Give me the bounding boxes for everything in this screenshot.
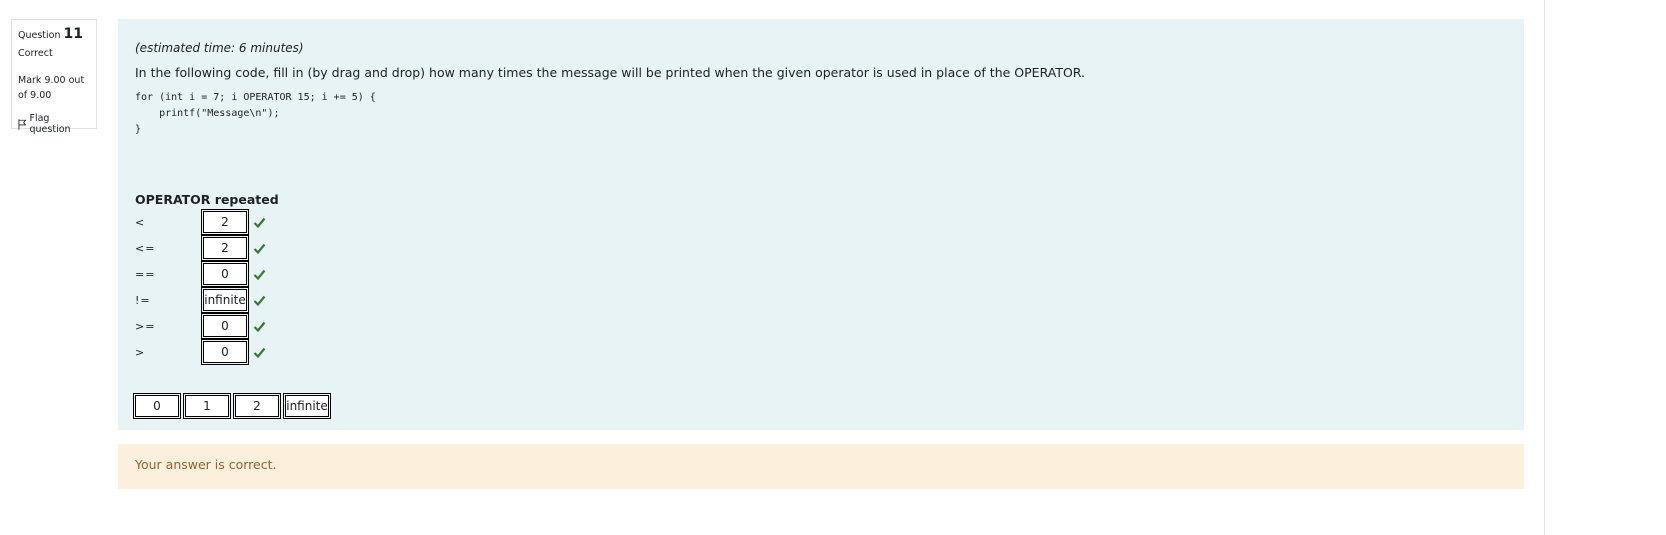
drop-zone[interactable]: 2 [201, 235, 249, 261]
question-formulation: (estimated time: 6 minutes) In the follo… [118, 19, 1524, 430]
drop-zone[interactable]: 0 [201, 261, 249, 287]
question-grade: Mark 9.00 out of 9.00 [18, 75, 85, 101]
feedback-text: Your answer is correct. [135, 457, 277, 472]
operator-label: == [135, 267, 156, 281]
check-icon [253, 217, 266, 228]
flag-icon [18, 118, 27, 130]
flag-question-link[interactable]: Flag question [18, 113, 90, 135]
check-icon [253, 321, 266, 332]
drop-zone[interactable]: 2 [201, 209, 249, 235]
question-number-value: 11 [63, 26, 84, 42]
operator-label: <= [135, 241, 156, 255]
drag-choice[interactable]: 0 [133, 393, 181, 419]
table-row: == 0 [135, 261, 1507, 287]
right-divider [1544, 0, 1545, 535]
operator-label: > [135, 345, 146, 359]
estimated-time: (estimated time: 6 minutes) [135, 41, 304, 55]
table-row: != infinite [135, 287, 1507, 313]
operator-label: >= [135, 319, 156, 333]
table-header: OPERATOR repeated [135, 192, 279, 207]
check-icon [253, 243, 266, 254]
drag-choice[interactable]: infinite [283, 393, 331, 419]
question-info-box: Question 11 Correct Mark 9.00 out of 9.0… [11, 19, 97, 135]
question-number: Question 11 [18, 26, 90, 42]
table-row: <= 2 [135, 235, 1507, 261]
code-block: for (int i = 7; i OPERATOR 15; i += 5) {… [135, 92, 376, 135]
feedback-box: Your answer is correct. [118, 444, 1524, 489]
drop-zone[interactable]: 0 [201, 313, 249, 339]
question-state: Correct [18, 48, 53, 59]
question-text: In the following code, fill in (by drag … [135, 65, 1086, 80]
table-row: < 2 [135, 209, 1507, 235]
operator-label: != [135, 293, 151, 307]
table-row: >= 0 [135, 313, 1507, 339]
drag-choice[interactable]: 2 [233, 393, 281, 419]
check-icon [253, 295, 266, 306]
drag-choices: 0 1 2 infinite [133, 393, 1507, 419]
drag-choice[interactable]: 1 [183, 393, 231, 419]
check-icon [253, 269, 266, 280]
question-word: Question [18, 30, 61, 41]
check-icon [253, 347, 266, 358]
operator-label: < [135, 215, 146, 229]
drop-zone[interactable]: 0 [201, 339, 249, 365]
table-row: > 0 [135, 339, 1507, 365]
drop-zone[interactable]: infinite [201, 287, 249, 313]
answer-table: OPERATOR repeated < 2 <= 2 == 0 != infin… [135, 192, 1507, 365]
flag-question-label: Flag question [29, 113, 71, 135]
